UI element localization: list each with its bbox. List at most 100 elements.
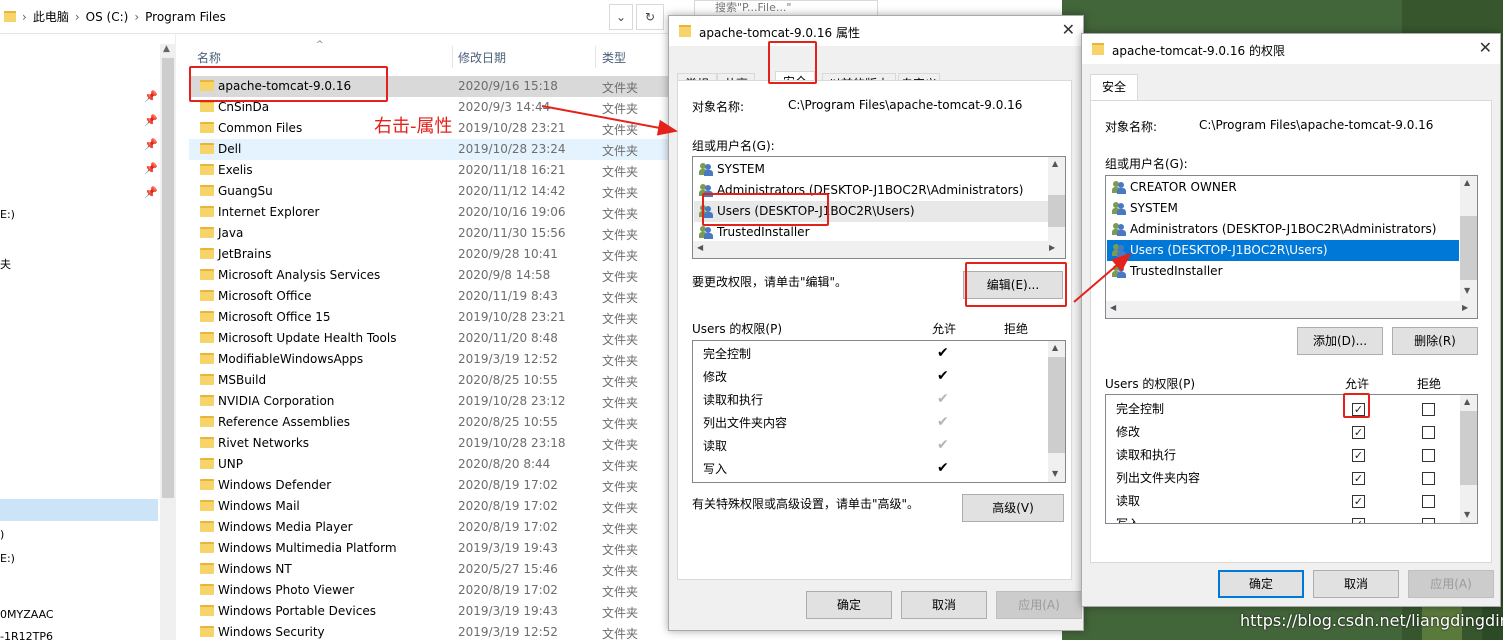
vertical-scrollbar[interactable]: ▲ ▼: [1048, 341, 1065, 482]
nav-item[interactable]: ): [0, 528, 4, 541]
breadcrumb-item[interactable]: Program Files: [145, 10, 226, 24]
object-name-label: 对象名称:: [692, 100, 745, 114]
scrollbar-thumb[interactable]: [1460, 216, 1477, 280]
user-listbox[interactable]: CREATOR OWNER SYSTEM Administrators (DESKT…: [1105, 175, 1478, 319]
horizontal-scrollbar[interactable]: ◀ ▶: [1106, 301, 1477, 318]
column-type-header[interactable]: 类型: [602, 49, 626, 66]
vertical-scrollbar[interactable]: ▲ ▼: [1460, 395, 1477, 523]
deny-checkbox[interactable]: [1422, 403, 1435, 416]
chevron-down-icon[interactable]: ⌄: [609, 4, 633, 30]
scrollbar-thumb[interactable]: [1048, 357, 1065, 453]
file-row[interactable]: Microsoft Update Health Tools 2020/11/20 …: [189, 328, 668, 349]
user-list-item[interactable]: TrustedInstaller: [1112, 261, 1223, 282]
file-type: 文件夹: [602, 270, 639, 284]
file-row[interactable]: Microsoft Office 2020/11/19 8:43 文件夹: [189, 286, 668, 307]
deny-checkbox[interactable]: [1422, 518, 1435, 523]
address-bar[interactable]: › 此电脑 › OS (C:) › Program Files ⌄ ↻: [0, 0, 668, 34]
highlight-box: [965, 262, 1067, 307]
pin-icon[interactable]: 📌: [144, 186, 158, 199]
deny-checkbox[interactable]: [1422, 495, 1435, 508]
file-date: 2020/8/19 17:02: [458, 478, 558, 492]
nav-item[interactable]: E:): [0, 208, 15, 221]
file-name: Microsoft Analysis Services: [218, 268, 381, 282]
file-row[interactable]: Windows Security 2019/3/19 12:52 文件夹: [189, 622, 668, 640]
vertical-scrollbar[interactable]: ▲: [1048, 157, 1065, 241]
scrollbar-thumb[interactable]: [162, 58, 174, 498]
user-list-item[interactable]: SYSTEM: [1112, 198, 1178, 219]
nav-item[interactable]: -1R12TP6: [0, 630, 53, 640]
file-row[interactable]: Exelis 2020/11/18 16:21 文件夹: [189, 160, 668, 181]
pin-icon[interactable]: 📌: [144, 138, 158, 151]
nav-selected-item[interactable]: [0, 499, 158, 521]
nav-item[interactable]: E:): [0, 552, 15, 565]
user-list-item[interactable]: SYSTEM: [699, 159, 765, 180]
user-list-item[interactable]: CREATOR OWNER: [1112, 177, 1237, 198]
close-icon[interactable]: ✕: [1062, 20, 1075, 39]
column-name-header[interactable]: 名称: [197, 49, 221, 66]
file-row[interactable]: Microsoft Office 15 2019/10/28 23:21 文件夹: [189, 307, 668, 328]
scroll-up-icon[interactable]: ▲: [163, 44, 170, 54]
file-row[interactable]: JetBrains 2020/9/28 10:41 文件夹: [189, 244, 668, 265]
file-row[interactable]: ModifiableWindowsApps 2019/3/19 12:52 文件夹: [189, 349, 668, 370]
file-date: 2020/9/3 14:44: [458, 100, 551, 114]
deny-checkbox[interactable]: [1422, 472, 1435, 485]
file-row[interactable]: Windows Photo Viewer 2020/8/19 17:02 文件夹: [189, 580, 668, 601]
file-row[interactable]: Rivet Networks 2019/10/28 23:18 文件夹: [189, 433, 668, 454]
file-row[interactable]: Windows NT 2020/5/27 15:46 文件夹: [189, 559, 668, 580]
allow-checkbox[interactable]: ✓: [1352, 495, 1365, 508]
apply-button[interactable]: 应用(A): [996, 591, 1082, 619]
tab-security[interactable]: 安全: [1090, 74, 1138, 100]
file-row[interactable]: Windows Defender 2020/8/19 17:02 文件夹: [189, 475, 668, 496]
user-list-item[interactable]: Administrators (DESKTOP-J1BOC2R\Administ…: [1112, 219, 1436, 240]
ok-button[interactable]: 确定: [806, 591, 892, 619]
file-row[interactable]: Internet Explorer 2020/10/16 19:06 文件夹: [189, 202, 668, 223]
nav-item[interactable]: 0MYZAAC: [0, 608, 54, 621]
file-row[interactable]: Windows Multimedia Platform 2019/3/19 19:…: [189, 538, 668, 559]
permission-name: 写入: [703, 462, 728, 476]
ok-button[interactable]: 确定: [1218, 570, 1304, 598]
breadcrumb-item[interactable]: OS (C:): [86, 10, 129, 24]
pin-icon[interactable]: 📌: [144, 114, 158, 127]
allow-checkbox[interactable]: ✓: [1352, 449, 1365, 462]
allow-checkbox[interactable]: ✓: [1352, 472, 1365, 485]
horizontal-scrollbar[interactable]: ◀ ▶: [693, 241, 1065, 258]
nav-scrollbar[interactable]: ▲: [160, 44, 176, 640]
file-row[interactable]: MSBuild 2020/8/25 10:55 文件夹: [189, 370, 668, 391]
user-list-item[interactable]: Users (DESKTOP-J1BOC2R\Users): [1107, 240, 1459, 261]
file-name: Dell: [218, 142, 242, 156]
remove-button[interactable]: 删除(R): [1392, 327, 1478, 355]
checkmark-icon: ✔: [937, 414, 949, 430]
close-icon[interactable]: ✕: [1479, 38, 1492, 57]
vertical-scrollbar[interactable]: ▲ ▼: [1460, 176, 1477, 301]
file-row[interactable]: Microsoft Analysis Services 2020/9/8 14:5…: [189, 265, 668, 286]
file-row[interactable]: Windows Mail 2020/8/19 17:02 文件夹: [189, 496, 668, 517]
advanced-button[interactable]: 高级(V): [962, 494, 1064, 522]
cancel-button[interactable]: 取消: [901, 591, 987, 619]
file-row[interactable]: GuangSu 2020/11/12 14:42 文件夹: [189, 181, 668, 202]
scrollbar-thumb[interactable]: [1460, 411, 1477, 485]
add-button[interactable]: 添加(D)...: [1297, 327, 1383, 355]
file-row[interactable]: Java 2020/11/30 15:56 文件夹: [189, 223, 668, 244]
breadcrumb-item[interactable]: 此电脑: [33, 8, 69, 25]
deny-checkbox[interactable]: [1422, 426, 1435, 439]
security-panel: 对象名称: C:\Program Files\apache-tomcat-9.0…: [1090, 100, 1492, 563]
file-row[interactable]: UNP 2020/8/20 8:44 文件夹: [189, 454, 668, 475]
deny-checkbox[interactable]: [1422, 449, 1435, 462]
file-row[interactable]: NVIDIA Corporation 2019/10/28 23:12 文件夹: [189, 391, 668, 412]
nav-item[interactable]: 夫: [0, 256, 11, 272]
file-row[interactable]: Windows Portable Devices 2019/3/19 19:43 文…: [189, 601, 668, 622]
allow-checkbox[interactable]: ✓: [1352, 518, 1365, 523]
allow-checkbox[interactable]: ✓: [1352, 426, 1365, 439]
pin-icon[interactable]: 📌: [144, 90, 158, 103]
user-name: Administrators (DESKTOP-J1BOC2R\Administ…: [1130, 222, 1437, 236]
refresh-icon[interactable]: ↻: [636, 4, 664, 30]
file-row[interactable]: Windows Media Player 2020/8/19 17:02 文件夹: [189, 517, 668, 538]
search-input[interactable]: 搜索"P...File...": [694, 0, 878, 16]
file-row[interactable]: Reference Assemblies 2020/8/25 10:55 文件夹: [189, 412, 668, 433]
pin-icon[interactable]: 📌: [144, 162, 158, 175]
file-row[interactable]: Dell 2019/10/28 23:24 文件夹: [189, 139, 668, 160]
scrollbar-thumb[interactable]: [1048, 195, 1065, 227]
column-date-header[interactable]: 修改日期: [458, 49, 506, 66]
apply-button[interactable]: 应用(A): [1408, 570, 1494, 598]
cancel-button[interactable]: 取消: [1313, 570, 1399, 598]
